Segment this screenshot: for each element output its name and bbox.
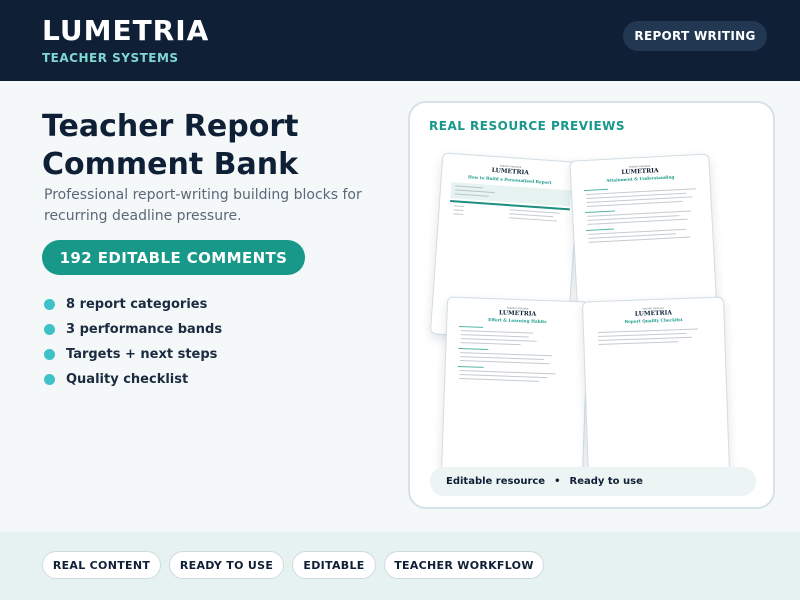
- preview-footer: Editable resource • Ready to use: [430, 467, 756, 496]
- footer-separator: •: [554, 476, 561, 487]
- feature-item: Targets + next steps: [44, 342, 222, 367]
- tag-real-content[interactable]: REAL CONTENT: [42, 551, 161, 579]
- feature-item: 8 report categories: [44, 292, 222, 317]
- feature-item: 3 performance bands: [44, 317, 222, 342]
- resource-preview-card: REAL RESOURCE PREVIEWS teacher resource …: [408, 101, 775, 509]
- feature-item: Quality checklist: [44, 367, 222, 392]
- feature-label: 8 report categories: [66, 297, 208, 312]
- bottom-tag-bar: REAL CONTENT READY TO USE EDITABLE TEACH…: [0, 532, 800, 600]
- tag-editable[interactable]: EDITABLE: [292, 551, 376, 579]
- footer-editable-label: Editable resource: [446, 476, 546, 487]
- bullet-dot-icon: [44, 374, 55, 385]
- tag-ready-to-use[interactable]: READY TO USE: [169, 551, 284, 579]
- feature-label: Targets + next steps: [66, 347, 218, 362]
- preview-doc-effort: teacher resource LUMETRIA Effort & Learn…: [440, 296, 590, 480]
- header-bar: LUMETRIA TEACHER SYSTEMS REPORT WRITING: [0, 0, 800, 81]
- page-subtitle: Professional report-writing building blo…: [44, 187, 362, 224]
- bullet-dot-icon: [44, 299, 55, 310]
- page-title: Teacher Report Comment Bank: [42, 109, 299, 182]
- report-writing-button[interactable]: REPORT WRITING: [623, 21, 767, 51]
- bullet-dot-icon: [44, 324, 55, 335]
- preview-heading: REAL RESOURCE PREVIEWS: [429, 119, 626, 133]
- feature-list: 8 report categories 3 performance bands …: [44, 292, 222, 392]
- preview-doc-quality-checklist: teacher resource LUMETRIA Report Quality…: [581, 296, 731, 480]
- bullet-dot-icon: [44, 349, 55, 360]
- tag-teacher-workflow[interactable]: TEACHER WORKFLOW: [384, 551, 544, 579]
- brand-logo: LUMETRIA: [42, 14, 210, 47]
- comments-count-badge: 192 EDITABLE COMMENTS: [42, 240, 305, 275]
- feature-label: 3 performance bands: [66, 322, 223, 337]
- brand-subtitle: TEACHER SYSTEMS: [42, 51, 179, 65]
- feature-label: Quality checklist: [66, 372, 189, 387]
- footer-ready-label: Ready to use: [569, 476, 643, 487]
